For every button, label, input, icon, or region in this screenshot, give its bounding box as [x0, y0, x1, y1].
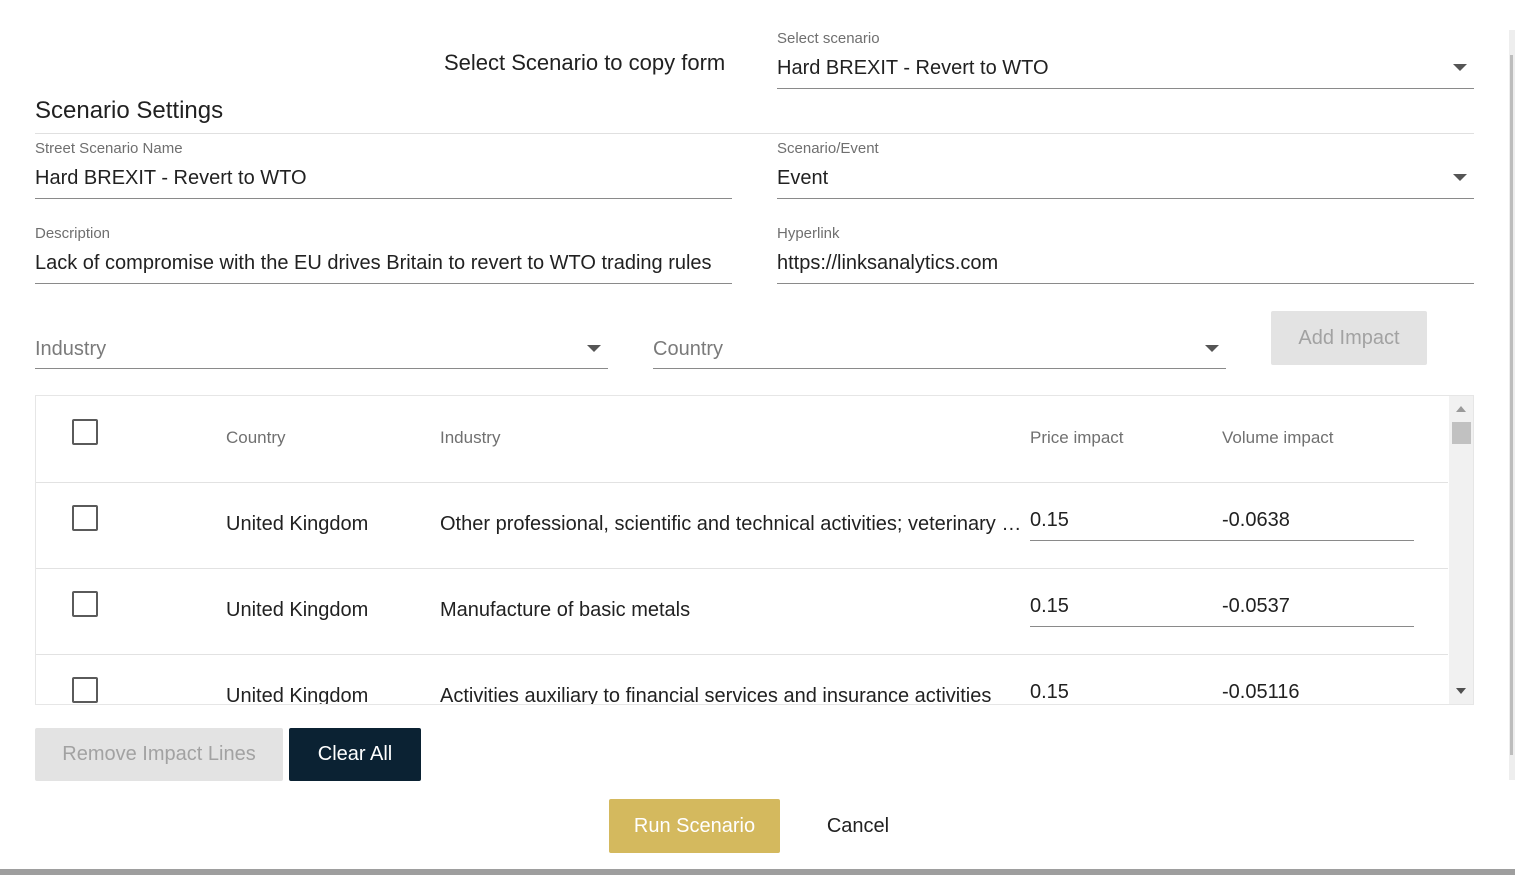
volume-impact-value: -0.0537: [1222, 595, 1290, 617]
scenario-name-field[interactable]: Street Scenario Name Hard BREXIT - Rever…: [35, 138, 732, 200]
chevron-down-icon: [1453, 174, 1467, 181]
country-dropdown[interactable]: Country: [653, 330, 1226, 370]
chevron-down-icon: [587, 345, 601, 352]
row-industry: Manufacture of basic metals: [440, 599, 691, 621]
industry-placeholder: Industry: [35, 338, 107, 360]
table-row: United Kingdom Activities auxiliary to f…: [36, 655, 1448, 705]
price-impact-input[interactable]: 0.15: [1030, 503, 1222, 541]
description-value: Lack of compromise with the EU drives Br…: [35, 252, 712, 274]
price-impact-value: 0.15: [1030, 509, 1069, 531]
hyperlink-underline: [777, 283, 1474, 284]
clear-all-button[interactable]: Clear All: [289, 728, 421, 781]
row-checkbox[interactable]: [72, 591, 98, 617]
scenario-type-label: Scenario/Event: [777, 140, 879, 157]
industry-underline: [35, 368, 608, 369]
column-header-price-impact: Price impact: [1030, 428, 1124, 447]
copy-form-heading: Select Scenario to copy form: [444, 50, 726, 75]
price-impact-underline: [1030, 626, 1222, 627]
volume-impact-input[interactable]: -0.0638: [1222, 503, 1414, 541]
volume-impact-value: -0.05116: [1222, 681, 1300, 703]
add-impact-button[interactable]: Add Impact: [1271, 311, 1427, 365]
select-scenario-value: Hard BREXIT - Revert to WTO: [777, 57, 1049, 79]
remove-impact-lines-button[interactable]: Remove Impact Lines: [35, 728, 283, 781]
impact-table: Country Industry Price impact Volume imp…: [35, 395, 1474, 705]
row-country: United Kingdom: [226, 685, 369, 705]
chevron-down-icon: [1205, 345, 1219, 352]
scrollbar-thumb[interactable]: [1452, 422, 1471, 444]
volume-impact-underline: [1222, 540, 1414, 541]
price-impact-value: 0.15: [1030, 595, 1069, 617]
scroll-up-arrow-icon[interactable]: [1456, 406, 1466, 412]
chevron-down-icon: [1453, 64, 1467, 71]
run-scenario-button[interactable]: Run Scenario: [609, 799, 780, 853]
volume-impact-value: -0.0638: [1222, 509, 1290, 531]
select-scenario-label: Select scenario: [777, 30, 880, 47]
scenario-type-dropdown[interactable]: Scenario/Event Event: [777, 138, 1474, 200]
industry-dropdown[interactable]: Industry: [35, 330, 608, 370]
table-scrollbar[interactable]: [1449, 396, 1473, 704]
description-label: Description: [35, 225, 111, 242]
price-impact-value: 0.15: [1030, 681, 1069, 703]
description-field[interactable]: Description Lack of compromise with the …: [35, 223, 732, 285]
scenario-name-value: Hard BREXIT - Revert to WTO: [35, 167, 307, 189]
price-impact-input[interactable]: 0.15: [1030, 589, 1222, 627]
select-all-checkbox[interactable]: [72, 419, 98, 445]
scenario-type-value: Event: [777, 167, 829, 189]
hyperlink-value: https://linksanalytics.com: [777, 252, 999, 274]
scroll-down-arrow-icon[interactable]: [1456, 688, 1466, 694]
table-row: United Kingdom Manufacture of basic meta…: [36, 569, 1448, 655]
column-header-volume-impact: Volume impact: [1222, 428, 1334, 447]
price-impact-underline: [1030, 540, 1222, 541]
scenario-name-underline: [35, 198, 732, 199]
column-header-country: Country: [226, 428, 286, 447]
row-country: United Kingdom: [226, 599, 369, 621]
country-placeholder: Country: [653, 338, 724, 360]
hyperlink-label: Hyperlink: [777, 225, 840, 242]
dialog-bottom-edge: [0, 869, 1515, 875]
scenario-name-label: Street Scenario Name: [35, 140, 183, 157]
row-industry: Other professional, scientific and techn…: [440, 513, 1024, 535]
scenario-type-underline: [777, 198, 1474, 199]
section-divider: [35, 133, 1474, 134]
dialog-scrollbar-thumb[interactable]: [1510, 55, 1513, 755]
price-impact-input[interactable]: 0.15: [1030, 675, 1222, 704]
row-industry: Activities auxiliary to financial servic…: [440, 685, 992, 705]
description-underline: [35, 283, 732, 284]
cancel-button[interactable]: Cancel: [806, 799, 910, 853]
select-scenario-dropdown[interactable]: Select scenario Hard BREXIT - Revert to …: [777, 28, 1474, 90]
table-row: United Kingdom Other professional, scien…: [36, 483, 1448, 569]
row-checkbox[interactable]: [72, 505, 98, 531]
volume-impact-input[interactable]: -0.0537: [1222, 589, 1414, 627]
volume-impact-input[interactable]: -0.05116: [1222, 675, 1414, 704]
volume-impact-underline: [1222, 626, 1414, 627]
row-country: United Kingdom: [226, 513, 369, 535]
country-underline: [653, 368, 1226, 369]
column-header-industry: Industry: [440, 428, 501, 447]
section-title: Scenario Settings: [35, 97, 224, 124]
row-checkbox[interactable]: [72, 677, 98, 703]
select-scenario-underline: [777, 88, 1474, 89]
hyperlink-field[interactable]: Hyperlink https://linksanalytics.com: [777, 223, 1474, 285]
